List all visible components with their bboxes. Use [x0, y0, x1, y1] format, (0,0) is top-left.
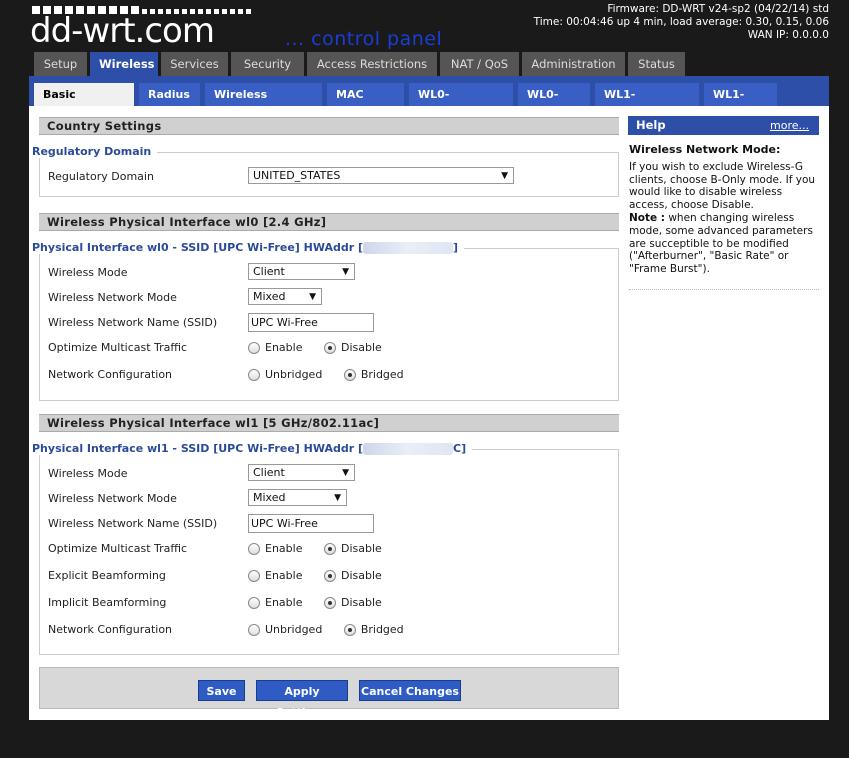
chevron-down-icon: ▼ — [334, 493, 341, 503]
wl0-network-mode-select[interactable]: Mixed ▼ — [248, 288, 322, 305]
regulatory-domain-select[interactable]: UNITED_STATES ▼ — [248, 167, 514, 184]
tab-access-restrictions[interactable]: Access Restrictions — [307, 52, 437, 76]
wl1-multicast-disable-radio[interactable]: Disable — [323, 542, 382, 555]
save-button[interactable]: Save — [198, 680, 245, 701]
wl0-section-header: Wireless Physical Interface wl0 [2.4 GHz… — [39, 213, 619, 231]
redacted-mac — [363, 443, 454, 455]
chevron-down-icon: ▼ — [342, 468, 349, 478]
cancel-changes-button[interactable]: Cancel Changes — [359, 680, 461, 701]
redacted-mac — [363, 242, 454, 254]
wl0-ssid-row: Wireless Network Name (SSID) UPC Wi-Free — [48, 313, 608, 333]
help-heading: Wireless Network Mode: — [629, 143, 781, 156]
main-tabs: Setup Wireless Services Security Access … — [34, 52, 685, 78]
logo-text: dd-wrt.com — [30, 11, 215, 51]
help-paragraph: If you wish to exclude Wireless-G client… — [629, 160, 816, 212]
wl0-unbridged-radio[interactable]: Unbridged — [248, 368, 322, 381]
tab-wireless[interactable]: Wireless — [90, 52, 158, 78]
wl1-implicit-enable-radio[interactable]: Enable — [248, 596, 302, 609]
chevron-down-icon: ▼ — [309, 292, 316, 302]
help-note: Note : when changing wireless mode, some… — [629, 211, 813, 276]
help-body: Wireless Network Mode: If you wish to ex… — [629, 143, 821, 276]
logo: dd-wrt.com ... control panel — [30, 4, 470, 50]
subtab-wl1-wds[interactable]: WL1-WDS — [704, 83, 777, 124]
wl0-wireless-mode-select[interactable]: Client ▼ — [248, 263, 355, 280]
system-info: Firmware: DD-WRT v24-sp2 (04/22/14) std … — [534, 3, 829, 42]
wl1-implicit-row: Implicit Beamforming Enable Disable — [48, 596, 382, 609]
regulatory-label: Regulatory Domain — [48, 170, 154, 183]
wl1-multicast-enable-radio[interactable]: Enable — [248, 542, 302, 555]
firmware-text: Firmware: DD-WRT v24-sp2 (04/22/14) std — [607, 3, 829, 15]
wl1-wireless-mode-select[interactable]: Client ▼ — [248, 464, 355, 481]
tab-security[interactable]: Security — [231, 52, 304, 76]
apply-settings-button[interactable]: Apply Settings — [256, 680, 348, 719]
regulatory-legend: Regulatory Domain — [32, 145, 158, 158]
regulatory-row: Regulatory Domain UNITED_STATES ▼ — [48, 167, 608, 187]
wl0-multicast-disable-radio[interactable]: Disable — [323, 341, 382, 354]
wl0-ssid-input[interactable]: UPC Wi-Free — [248, 313, 374, 332]
wl0-multicast-row: Optimize Multicast Traffic Enable Disabl… — [48, 341, 382, 354]
subtab-basic-settings[interactable]: Basic Settings — [34, 83, 134, 124]
wl1-ssid-row: Wireless Network Name (SSID) UPC Wi-Free — [48, 514, 608, 534]
wl1-legend: Physical Interface wl1 - SSID [UPC Wi-Fr… — [32, 442, 473, 455]
tab-setup[interactable]: Setup — [34, 52, 87, 76]
tagline: ... control panel — [285, 28, 443, 50]
wl0-legend: Physical Interface wl0 - SSID [UPC Wi-Fr… — [32, 241, 465, 254]
sub-tabs: Basic Settings Radius Wireless Security … — [34, 83, 777, 124]
subtab-wl0-advanced[interactable]: WL0-Advanced — [409, 83, 513, 124]
wl1-ssid-input[interactable]: UPC Wi-Free — [248, 514, 374, 533]
wl1-explicit-row: Explicit Beamforming Enable Disable — [48, 569, 382, 582]
wl1-unbridged-radio[interactable]: Unbridged — [248, 623, 322, 636]
help-divider — [629, 289, 819, 290]
button-bar: Save Apply Settings Cancel Changes — [39, 667, 619, 719]
wl1-bridged-radio[interactable]: Bridged — [343, 623, 404, 636]
wl1-network-mode-select[interactable]: Mixed ▼ — [248, 489, 347, 506]
tab-administration[interactable]: Administration — [522, 52, 625, 76]
wl0-bridged-radio[interactable]: Bridged — [343, 368, 404, 381]
tab-status[interactable]: Status — [628, 52, 685, 76]
wl1-mode-row: Wireless Mode Client ▼ — [48, 464, 608, 484]
subtab-wireless-security[interactable]: Wireless Security — [205, 83, 322, 124]
regulatory-fieldset: Regulatory Domain Regulatory Domain UNIT… — [32, 145, 619, 197]
wl1-implicit-disable-radio[interactable]: Disable — [323, 596, 382, 609]
wl1-section-header: Wireless Physical Interface wl1 [5 GHz/8… — [39, 414, 619, 432]
wl0-fieldset: Physical Interface wl0 - SSID [UPC Wi-Fr… — [32, 241, 619, 401]
wl1-multicast-row: Optimize Multicast Traffic Enable Disabl… — [48, 542, 382, 555]
subtab-wl1-advanced[interactable]: WL1-Advanced — [595, 83, 699, 124]
wl1-netmode-row: Wireless Network Mode Mixed ▼ — [48, 489, 608, 509]
chevron-down-icon: ▼ — [501, 171, 508, 181]
uptime-text: Time: 00:04:46 up 4 min, load average: 0… — [533, 16, 829, 28]
wl1-explicit-disable-radio[interactable]: Disable — [323, 569, 382, 582]
wl0-netconf-row: Network Configuration Unbridged Bridged — [48, 368, 404, 381]
wl0-multicast-enable-radio[interactable]: Enable — [248, 341, 302, 354]
subtab-wl0-wds[interactable]: WL0-WDS — [518, 83, 590, 124]
tab-services[interactable]: Services — [161, 52, 228, 76]
subtab-mac-filter[interactable]: MAC Filter — [327, 83, 404, 124]
wl0-mode-row: Wireless Mode Client ▼ — [48, 263, 608, 283]
wl1-netconf-row: Network Configuration Unbridged Bridged — [48, 623, 404, 636]
more-link[interactable]: more... — [770, 116, 809, 135]
tab-nat-qos[interactable]: NAT / QoS — [440, 52, 519, 76]
content-panel: Country Settings Regulatory Domain Regul… — [29, 106, 829, 720]
subtab-radius[interactable]: Radius — [139, 83, 200, 106]
help-header: Help more... — [628, 116, 819, 135]
wl1-fieldset: Physical Interface wl1 - SSID [UPC Wi-Fr… — [32, 442, 619, 655]
wl1-explicit-enable-radio[interactable]: Enable — [248, 569, 302, 582]
country-settings-header: Country Settings — [39, 117, 619, 135]
wan-ip-text: WAN IP: 0.0.0.0 — [747, 29, 829, 41]
chevron-down-icon: ▼ — [342, 267, 349, 277]
wl0-netmode-row: Wireless Network Mode Mixed ▼ — [48, 288, 608, 308]
